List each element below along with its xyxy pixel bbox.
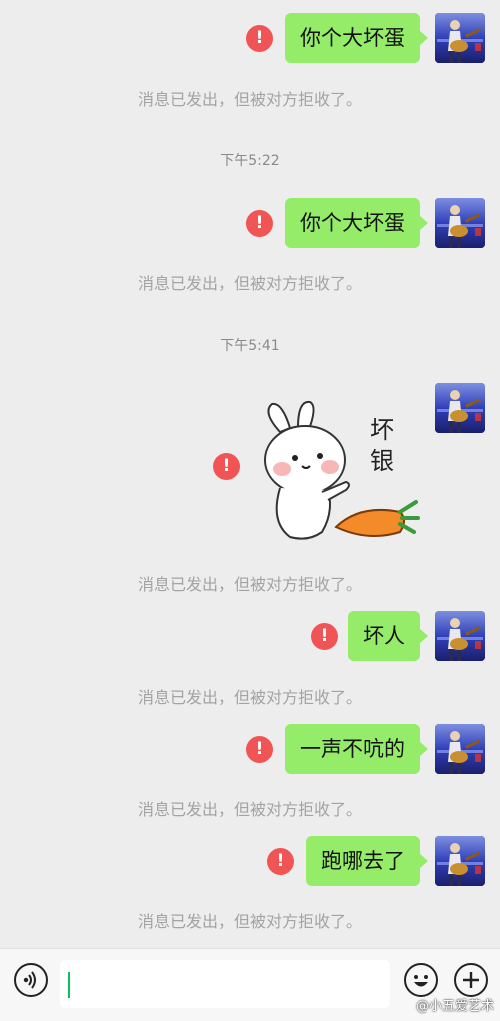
message-input[interactable] bbox=[60, 960, 390, 1008]
chat-area[interactable]: ! 你个大坏蛋 消息已发出，但被对方拒收了。 下午5:22 ! 你个大坏蛋 消息… bbox=[0, 0, 500, 948]
rabbit-sticker[interactable]: 坏 银 bbox=[250, 392, 420, 547]
avatar[interactable] bbox=[435, 13, 485, 63]
sticker-caption-1: 坏 bbox=[370, 416, 394, 444]
error-icon[interactable]: ! bbox=[311, 623, 338, 650]
sticker-caption-2: 银 bbox=[370, 447, 394, 475]
avatar[interactable] bbox=[435, 198, 485, 248]
voice-icon[interactable] bbox=[14, 963, 48, 997]
error-icon[interactable]: ! bbox=[213, 453, 240, 480]
timestamp: 下午5:41 bbox=[220, 338, 280, 354]
message-bubble[interactable]: 你个大坏蛋 bbox=[285, 13, 428, 63]
avatar[interactable] bbox=[435, 611, 485, 661]
avatar[interactable] bbox=[435, 836, 485, 886]
rejected-notice: 消息已发出，但被对方拒收了。 bbox=[137, 274, 362, 293]
plus-icon[interactable] bbox=[454, 963, 488, 997]
error-icon[interactable]: ! bbox=[246, 25, 273, 52]
avatar[interactable] bbox=[435, 383, 485, 433]
emoji-icon[interactable] bbox=[404, 963, 438, 997]
error-icon[interactable]: ! bbox=[246, 736, 273, 763]
rejected-notice: 消息已发出，但被对方拒收了。 bbox=[137, 688, 362, 707]
rejected-notice: 消息已发出，但被对方拒收了。 bbox=[137, 575, 362, 594]
rejected-notice: 消息已发出，但被对方拒收了。 bbox=[137, 800, 362, 819]
rejected-notice: 消息已发出，但被对方拒收了。 bbox=[137, 90, 362, 109]
avatar[interactable] bbox=[435, 724, 485, 774]
rejected-notice: 消息已发出，但被对方拒收了。 bbox=[137, 912, 362, 931]
error-icon[interactable]: ! bbox=[267, 848, 294, 875]
error-icon[interactable]: ! bbox=[246, 210, 273, 237]
message-bubble[interactable]: 一声不吭的 bbox=[285, 724, 428, 774]
watermark: @小五爱艺术 bbox=[415, 999, 494, 1014]
message-bubble[interactable]: 跑哪去了 bbox=[306, 836, 428, 886]
message-bubble[interactable]: 坏人 bbox=[348, 611, 428, 661]
timestamp: 下午5:22 bbox=[220, 153, 280, 169]
text-caret bbox=[68, 972, 70, 998]
message-bubble[interactable]: 你个大坏蛋 bbox=[285, 198, 428, 248]
